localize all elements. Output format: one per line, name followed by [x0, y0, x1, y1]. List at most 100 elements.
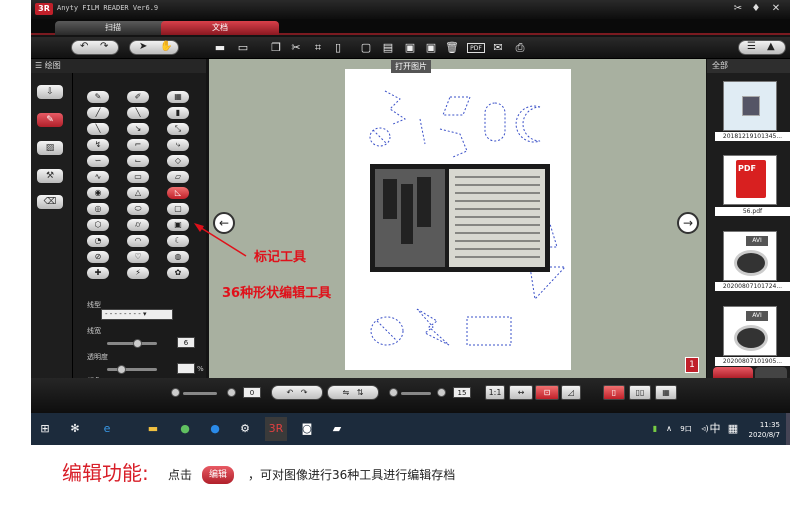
cursor-icon[interactable]: ➤ [139, 41, 147, 52]
no-symbol-tool[interactable]: ⊘ [87, 251, 109, 263]
parallelogram-tool[interactable]: ▱ [167, 171, 189, 183]
file-thumb[interactable]: AVI [723, 306, 777, 356]
opacity-slider[interactable] [107, 368, 157, 371]
opacity-value[interactable] [177, 363, 195, 374]
heart-tool[interactable]: ♡ [127, 251, 149, 263]
image-filter-tab[interactable] [713, 367, 753, 378]
windows-start-icon[interactable]: ⊞ [37, 421, 53, 437]
tab-document[interactable]: 文档 [161, 21, 279, 35]
show-desktop[interactable] [786, 413, 790, 445]
rectangle-tool[interactable]: ▭ [127, 171, 149, 183]
delete-icon[interactable]: 🗑 [445, 41, 459, 55]
file-thumb[interactable]: AVI [723, 231, 777, 281]
brightness-plus-icon[interactable] [227, 388, 236, 397]
zoom-in-icon[interactable] [437, 388, 446, 397]
lightning-tool[interactable]: ⚡ [127, 267, 149, 279]
elbow-arrow-tool[interactable]: ⤷ [167, 139, 189, 151]
triangle-tool[interactable]: △ [127, 187, 149, 199]
film-reader-task-icon[interactable]: 3R [265, 417, 287, 441]
curve-tool[interactable]: ∽ [87, 155, 109, 167]
brightness-value[interactable]: 0 [243, 387, 261, 398]
circle-tool[interactable]: ◉ [87, 187, 109, 199]
double-page-button[interactable]: ▯▯ [629, 385, 651, 400]
spiral-tool[interactable]: ◍ [167, 251, 189, 263]
cut-icon[interactable]: ✂ [289, 41, 303, 55]
wave-tool[interactable]: ✿ [167, 267, 189, 279]
fan-icon[interactable]: ✻ [67, 421, 83, 437]
copy-icon[interactable]: ❐ [269, 41, 283, 55]
brightness-slider[interactable] [183, 392, 217, 395]
pencil-tool[interactable]: ✐ [127, 91, 149, 103]
pdf-icon[interactable]: PDF [467, 43, 485, 53]
menu-icon[interactable]: ☰ [35, 61, 45, 70]
keyboard-icon[interactable]: ▦ [725, 421, 741, 437]
line-width-value[interactable]: 6 [177, 337, 195, 348]
print-icon[interactable]: ⎙ [513, 41, 527, 55]
scanner-task-icon[interactable]: ▰ [329, 421, 345, 437]
right-triangle-tool[interactable]: ◺ [167, 187, 189, 199]
edge-icon[interactable]: e [99, 421, 115, 437]
arc-tool[interactable]: ◠ [127, 235, 149, 247]
pie-tool[interactable]: ◔ [87, 235, 109, 247]
cross-tool[interactable]: ✚ [87, 267, 109, 279]
double-arrow-tool[interactable]: ⤡ [167, 123, 189, 135]
image-button[interactable]: ▨ [37, 141, 63, 155]
ellipse-tool[interactable]: ⬭ [127, 203, 149, 215]
fit-page-button[interactable]: ⊡ [535, 385, 559, 400]
eraser-tool-icon[interactable]: ▭ [236, 41, 250, 55]
step-tool[interactable]: ⌙ [127, 155, 149, 167]
hand-icon[interactable]: ✋ [160, 41, 172, 52]
line-width-slider[interactable] [107, 342, 157, 345]
browser-icon[interactable]: ● [177, 421, 193, 437]
crop-view-button[interactable]: ◿ [561, 385, 581, 400]
open-folder-icon[interactable]: ▤ [381, 41, 395, 55]
scanner-icon[interactable]: ▬ [213, 41, 227, 55]
s-curve-tool[interactable]: ∿ [87, 171, 109, 183]
next-page-button[interactable]: → [677, 212, 699, 234]
moon-tool[interactable]: ☾ [167, 235, 189, 247]
clock[interactable]: 11:35 2020/8/7 [749, 420, 780, 440]
fill-tool[interactable]: ▮ [167, 107, 189, 119]
redo-icon[interactable]: ↷ [100, 41, 108, 52]
image-stamp-tool[interactable]: ▦ [167, 91, 189, 103]
line-width-knob[interactable] [133, 339, 142, 348]
edit-button[interactable]: ✎ [37, 113, 63, 127]
language-indicator[interactable]: 中 [707, 421, 723, 437]
brush-tool[interactable]: ╲ [127, 107, 149, 119]
cylinder-tool[interactable]: ⌭ [127, 219, 149, 231]
rotate-group[interactable]: ↶ ↷ [271, 385, 323, 400]
fit-width-button[interactable]: ↔ [509, 385, 533, 400]
eraser-button[interactable]: ⌫ [37, 195, 63, 209]
folder-icon[interactable]: ▬ [145, 421, 161, 437]
save-icon[interactable]: ▣ [403, 41, 417, 55]
actual-size-button[interactable]: 1:1 [485, 385, 505, 400]
zigzag-tool[interactable]: ↯ [87, 139, 109, 151]
camera-icon[interactable]: ◙ [299, 421, 315, 437]
line-tool[interactable]: ╲ [87, 123, 109, 135]
wrench-button[interactable]: ⚒ [37, 169, 63, 183]
pen-tool[interactable]: ✎ [87, 91, 109, 103]
flip-group[interactable]: ⇋ ⇅ [327, 385, 379, 400]
zoom-value[interactable]: 15 [453, 387, 471, 398]
rounded-rect-tool[interactable]: ▢ [167, 203, 189, 215]
app-icon[interactable]: ● [207, 421, 223, 437]
page-icon[interactable]: ▯ [331, 41, 345, 55]
new-file-icon[interactable]: ▢ [359, 41, 373, 55]
import-button[interactable]: ⇩ [37, 85, 63, 99]
ring-tool[interactable]: ◎ [87, 203, 109, 215]
thumbnail-view-icon[interactable]: ▲ [767, 41, 775, 52]
opacity-knob[interactable] [117, 365, 126, 374]
diamond-tool[interactable]: ◇ [167, 155, 189, 167]
volume-indicator[interactable]: 9口 [675, 421, 697, 437]
save-as-icon[interactable]: ▣ [424, 41, 438, 55]
frame-tool[interactable]: ▣ [167, 219, 189, 231]
list-view-icon[interactable]: ☰ [747, 41, 756, 52]
brightness-minus-icon[interactable] [171, 388, 180, 397]
cube-tool[interactable]: ⬡ [87, 219, 109, 231]
file-browser-header[interactable]: 全部 [707, 59, 790, 73]
shirt-icon[interactable]: ♦ [749, 2, 763, 16]
tab-scan[interactable]: 扫描 [55, 21, 171, 35]
undo-icon[interactable]: ↶ [80, 41, 88, 52]
elbow-tool[interactable]: ⌐ [127, 139, 149, 151]
email-icon[interactable]: ✉ [491, 41, 505, 55]
